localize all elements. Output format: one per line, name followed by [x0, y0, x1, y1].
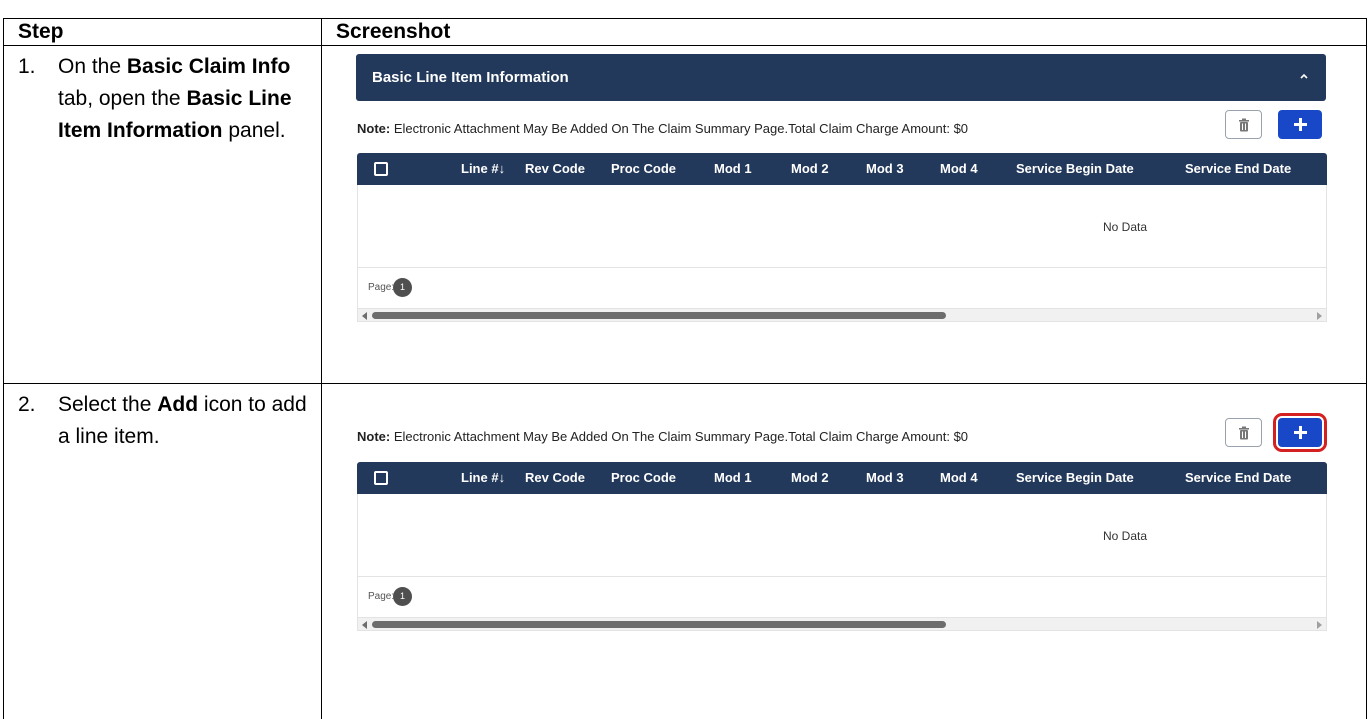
col-rev-code[interactable]: Rev Code: [525, 161, 585, 176]
grid-header: Line #↓ Rev Code Proc Code Mod 1 Mod 2 M…: [357, 153, 1327, 185]
note-label: Note:: [357, 121, 391, 136]
step-1-bold-tab: Basic Claim Info: [126, 55, 291, 78]
step-2-screenshot: Note: Electronic Attachment May Be Added…: [321, 383, 1367, 719]
header-screenshot: Screenshot: [321, 18, 1367, 46]
col-mod-1[interactable]: Mod 1: [714, 161, 752, 176]
col-mod-1-2[interactable]: Mod 1: [714, 470, 752, 485]
grid-body-2: No Data: [357, 494, 1327, 577]
page-1-button-2[interactable]: 1: [393, 587, 412, 606]
horizontal-scrollbar[interactable]: [357, 308, 1327, 322]
col-service-begin-date[interactable]: Service Begin Date: [1016, 161, 1134, 176]
no-data-text: No Data: [1103, 220, 1148, 234]
panel-header[interactable]: Basic Line Item Information: [356, 54, 1326, 101]
select-all-checkbox-2[interactable]: [374, 471, 388, 485]
panel-title: Basic Line Item Information: [372, 69, 569, 86]
step-2-cell: 2. Select the Add icon to add a line ite…: [3, 383, 322, 719]
trash-icon: [1238, 118, 1249, 131]
col-line-2[interactable]: Line #↓: [461, 470, 505, 485]
note-text: Note: Electronic Attachment May Be Added…: [357, 121, 968, 136]
col-rev-code-2[interactable]: Rev Code: [525, 470, 585, 485]
col-mod-3-2[interactable]: Mod 3: [866, 470, 904, 485]
step-1-screenshot: Basic Line Item Information Note: Electr…: [321, 45, 1367, 384]
pager-2: Page: 1: [357, 577, 1327, 617]
col-mod-4[interactable]: Mod 4: [940, 161, 978, 176]
step-2-number: 2.: [18, 393, 36, 416]
step-2-bold-add: Add: [157, 393, 199, 416]
note-body: Electronic Attachment May Be Added On Th…: [390, 121, 969, 136]
col-mod-2-2[interactable]: Mod 2: [791, 470, 829, 485]
col-service-begin-date-2[interactable]: Service Begin Date: [1016, 470, 1134, 485]
trash-icon: [1238, 426, 1249, 439]
step-1-text-a: On the: [58, 55, 127, 78]
page-1-button[interactable]: 1: [393, 278, 412, 297]
add-button-highlighted[interactable]: [1273, 413, 1327, 452]
step-1-text: On the Basic Claim Info tab, open the Ba…: [58, 51, 321, 147]
page-label: Page:: [368, 282, 395, 293]
scroll-left-icon[interactable]: [362, 312, 367, 320]
col-mod-2[interactable]: Mod 2: [791, 161, 829, 176]
grid-header-2: Line #↓ Rev Code Proc Code Mod 1 Mod 2 M…: [357, 462, 1327, 494]
col-service-end-date-2[interactable]: Service End Date: [1185, 470, 1291, 485]
scrollbar-thumb-2[interactable]: [372, 621, 946, 628]
note-text-2: Note: Electronic Attachment May Be Added…: [357, 429, 968, 444]
instructions-table: Step Screenshot 1. On the Basic Claim In…: [3, 18, 1367, 719]
step-1-text-b: tab, open the: [58, 87, 187, 110]
col-proc-code-2[interactable]: Proc Code: [611, 470, 676, 485]
step-2-text: Select the Add icon to add a line item.: [58, 389, 321, 453]
page-label-2: Page:: [368, 591, 395, 602]
note-label-2: Note:: [357, 429, 391, 444]
pager: Page: 1: [357, 268, 1327, 308]
plus-icon: [1293, 426, 1307, 439]
step-2-text-a: Select the: [58, 393, 158, 416]
step-1-number: 1.: [18, 55, 36, 78]
no-data-text-2: No Data: [1103, 529, 1148, 543]
chevron-up-icon[interactable]: [1298, 70, 1310, 82]
col-line[interactable]: Line #↓: [461, 161, 505, 176]
col-mod-3[interactable]: Mod 3: [866, 161, 904, 176]
delete-button[interactable]: [1225, 110, 1262, 139]
horizontal-scrollbar-2[interactable]: [357, 617, 1327, 631]
grid-body: No Data: [357, 185, 1327, 268]
step-1-cell: 1. On the Basic Claim Info tab, open the…: [3, 45, 322, 384]
scroll-left-icon[interactable]: [362, 621, 367, 629]
delete-button-2[interactable]: [1225, 418, 1262, 447]
scroll-right-icon[interactable]: [1317, 621, 1322, 629]
header-step: Step: [3, 18, 322, 46]
col-mod-4-2[interactable]: Mod 4: [940, 470, 978, 485]
scrollbar-thumb[interactable]: [372, 312, 946, 319]
add-button[interactable]: [1278, 110, 1322, 139]
step-1-text-c: panel.: [222, 119, 286, 142]
plus-icon: [1293, 118, 1307, 131]
note-body-2: Electronic Attachment May Be Added On Th…: [390, 429, 969, 444]
col-service-end-date[interactable]: Service End Date: [1185, 161, 1291, 176]
select-all-checkbox[interactable]: [374, 162, 388, 176]
scroll-right-icon[interactable]: [1317, 312, 1322, 320]
col-proc-code[interactable]: Proc Code: [611, 161, 676, 176]
